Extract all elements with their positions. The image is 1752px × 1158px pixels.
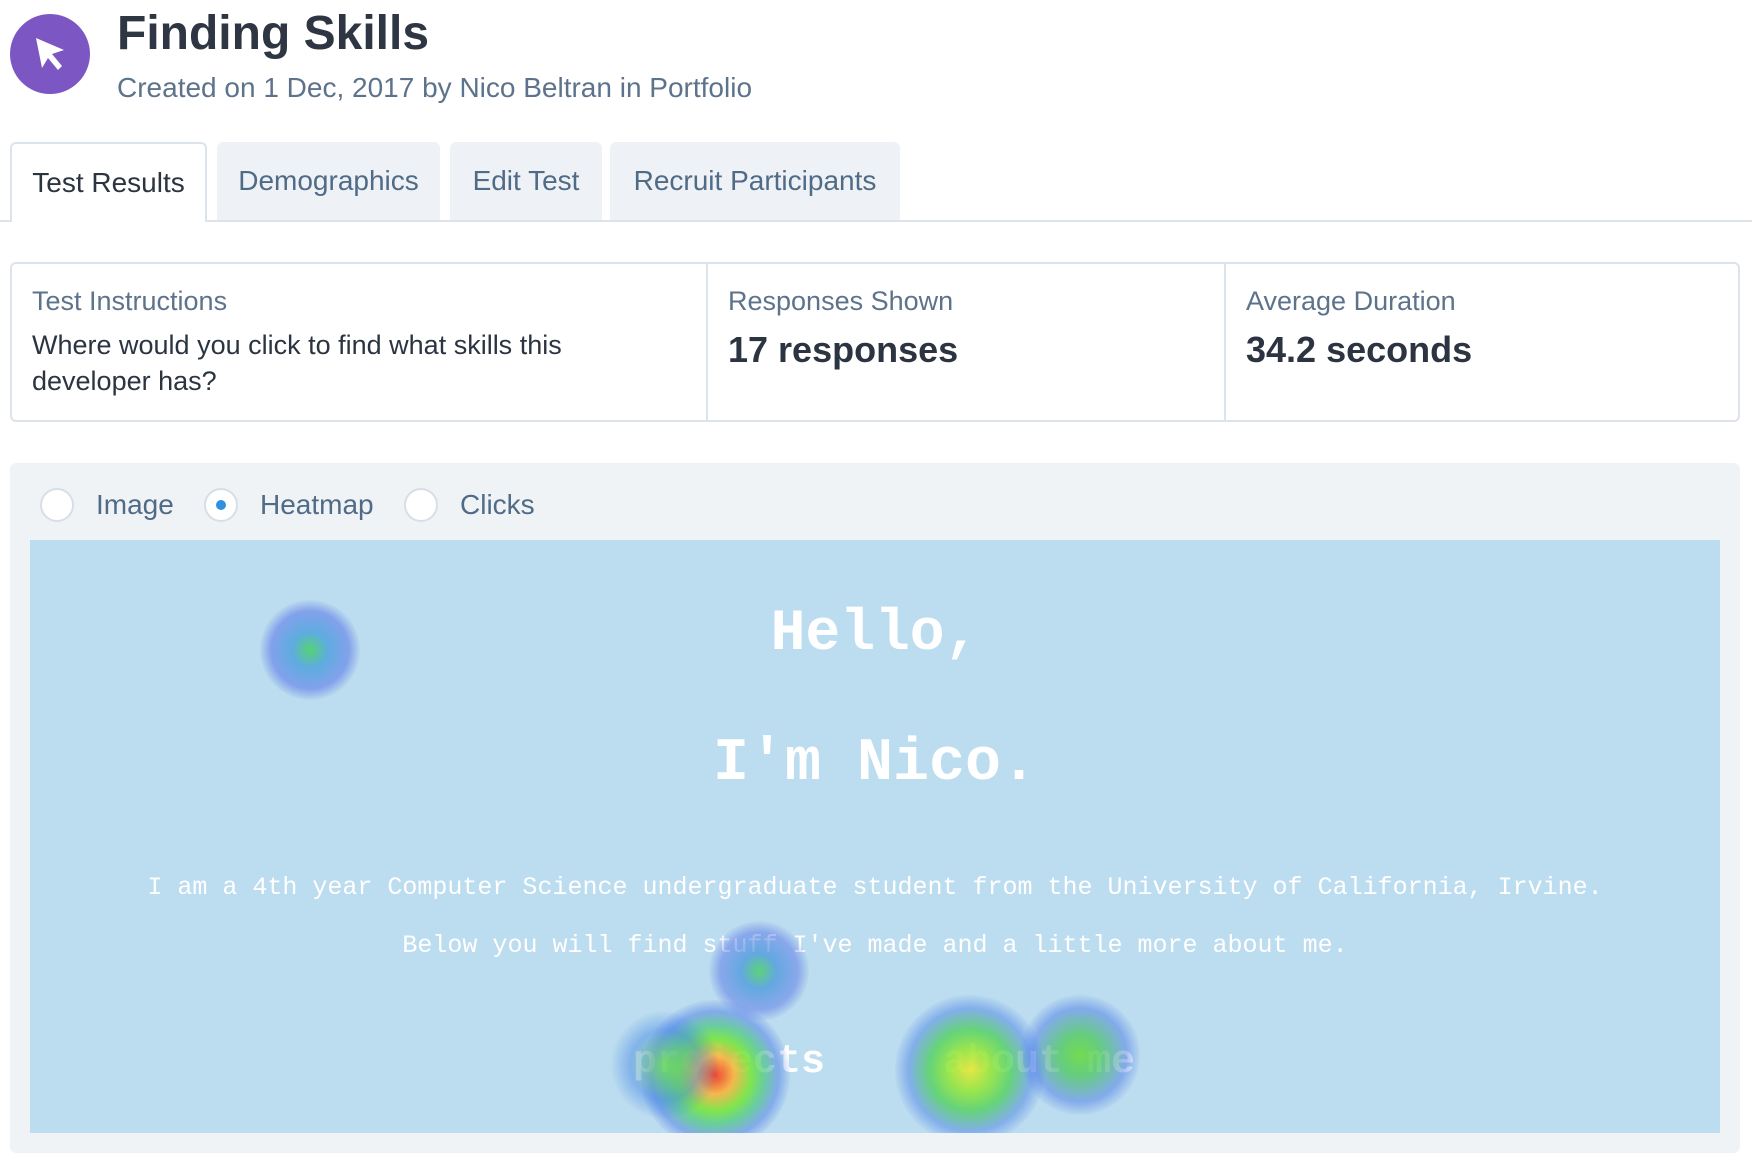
tab-edit-test[interactable]: Edit Test: [450, 142, 602, 220]
screenshot-greeting: Hello,: [770, 602, 980, 667]
responses-value: 17 responses: [728, 329, 959, 370]
radio-clicks[interactable]: [404, 488, 438, 522]
page-header: Finding Skills Created on 1 Dec, 2017 by…: [0, 0, 1752, 130]
screenshot-link-projects: projects: [633, 1040, 826, 1085]
radio-image-label[interactable]: Image: [96, 489, 174, 521]
duration-section: Average Duration 34.2 seconds: [1224, 264, 1738, 420]
test-type-logo: [10, 14, 90, 94]
duration-label: Average Duration: [1246, 286, 1456, 316]
tabs-divider: [0, 220, 1752, 222]
page-subtitle: Created on 1 Dec, 2017 by Nico Beltran i…: [117, 72, 753, 103]
responses-section: Responses Shown 17 responses: [706, 264, 1224, 420]
test-summary-card: Test Instructions Where would you click …: [10, 262, 1740, 422]
tab-test-results[interactable]: Test Results: [10, 142, 207, 222]
radio-heatmap[interactable]: [204, 488, 238, 522]
instructions-label: Test Instructions: [32, 286, 228, 316]
view-option-heatmap[interactable]: Heatmap: [204, 483, 374, 527]
radio-selected-dot: [216, 500, 226, 510]
cursor-arrow-icon: [36, 38, 64, 70]
radio-heatmap-label[interactable]: Heatmap: [260, 489, 374, 521]
screenshot-bio-line-1: I am a 4th year Computer Science undergr…: [147, 873, 1603, 902]
screenshot-link-about-me: about me: [943, 1040, 1136, 1085]
view-option-clicks[interactable]: Clicks: [404, 483, 535, 527]
radio-image[interactable]: [40, 488, 74, 522]
screenshot-bio-line-2: Below you will find stuff I've made and …: [402, 931, 1348, 960]
heatmap-canvas[interactable]: Hello, I'm Nico. I am a 4th year Compute…: [30, 540, 1720, 1133]
view-option-image[interactable]: Image: [40, 483, 174, 527]
tab-demographics[interactable]: Demographics: [217, 142, 440, 220]
tab-recruit-participants[interactable]: Recruit Participants: [610, 142, 900, 220]
radio-clicks-label[interactable]: Clicks: [460, 489, 535, 521]
results-viewer: Image Heatmap Clicks Hello, I'm Nico. I …: [10, 463, 1740, 1153]
screenshot-name: I'm Nico.: [712, 730, 1038, 798]
page-title: Finding Skills: [117, 7, 430, 60]
duration-value: 34.2 seconds: [1246, 329, 1473, 370]
instructions-text: Where would you click to find what skill…: [32, 330, 562, 396]
instructions-section: Test Instructions Where would you click …: [12, 264, 706, 420]
responses-label: Responses Shown: [728, 286, 954, 316]
